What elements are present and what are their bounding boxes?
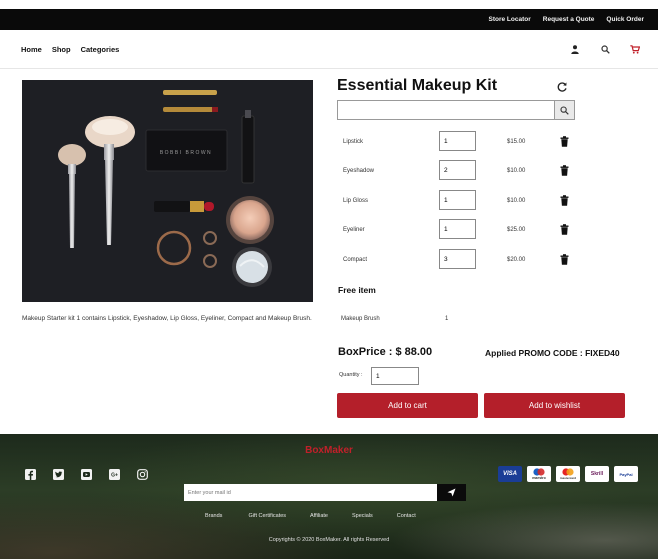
box-price: BoxPrice : $ 88.00: [338, 346, 433, 358]
newsletter-field: [184, 484, 437, 501]
free-item-quantity: 1: [445, 316, 449, 322]
product-search: [337, 100, 575, 120]
kit-item-row: Lip Gloss $10.00: [337, 190, 587, 214]
search-icon[interactable]: [600, 44, 610, 54]
trash-icon[interactable]: [560, 224, 569, 235]
copyright-text: Copyrights © 2020 BoxMaker. All rights R…: [268, 537, 390, 543]
user-icon[interactable]: [570, 44, 580, 54]
applied-promo-code: Applied PROMO CODE : FIXED40: [485, 348, 620, 358]
footer-link-affiliate[interactable]: Affiliate: [310, 513, 328, 519]
refresh-icon[interactable]: [556, 81, 568, 93]
add-to-wishlist-button[interactable]: Add to wishlist: [484, 393, 625, 418]
cart-icon[interactable]: [630, 44, 640, 54]
product-description: Makeup Starter kit 1 contains Lipstick, …: [22, 315, 312, 322]
add-to-cart-button[interactable]: Add to cart: [337, 393, 478, 418]
main-nav: Home Shop Categories: [0, 30, 658, 69]
kit-item-row: Eyeshadow $10.00: [337, 160, 587, 184]
send-icon: [447, 488, 456, 497]
footer-link-contact[interactable]: Contact: [397, 513, 416, 519]
svg-text:BOBBI BROWN: BOBBI BROWN: [160, 150, 212, 156]
maestro-logo: [533, 468, 545, 476]
trash-icon[interactable]: [560, 195, 569, 206]
maestro-label: maestro: [532, 476, 546, 480]
item-name: Compact: [343, 257, 368, 263]
item-quantity-input[interactable]: [439, 249, 476, 269]
item-price: $10.00: [507, 198, 526, 204]
item-price: $25.00: [507, 227, 526, 233]
nav-categories[interactable]: Categories: [81, 45, 120, 54]
search-icon: [560, 105, 569, 115]
newsletter-email-input[interactable]: [184, 484, 432, 501]
product-image: BOBBI BROWN: [22, 80, 313, 302]
google-plus-icon[interactable]: G+: [109, 469, 120, 480]
nav-actions: [570, 30, 640, 68]
facebook-icon[interactable]: [25, 469, 36, 480]
mastercard-badge: mastercard: [556, 466, 580, 482]
payment-methods: VISA maestro mastercard Skrill PayPal: [498, 466, 638, 482]
footer: BoxMaker G+ VISA maestro mastercard Skri…: [0, 434, 658, 559]
kit-item-row: Compact $20.00: [337, 249, 587, 273]
top-utility-bar: Store Locator Request a Quote Quick Orde…: [0, 9, 658, 30]
item-name: Eyeshadow: [343, 168, 375, 174]
trash-icon[interactable]: [560, 136, 569, 147]
footer-links: Brands Gift Certificates Affiliate Speci…: [205, 513, 416, 519]
item-price: $15.00: [507, 139, 526, 145]
nav-home[interactable]: Home: [21, 45, 42, 54]
item-price: $20.00: [507, 257, 526, 263]
paypal-badge: PayPal: [614, 466, 638, 482]
item-price: $10.00: [507, 168, 526, 174]
footer-link-specials[interactable]: Specials: [352, 513, 373, 519]
store-locator-link[interactable]: Store Locator: [489, 16, 531, 23]
mastercard-logo: [562, 468, 574, 476]
footer-link-brands[interactable]: Brands: [205, 513, 222, 519]
item-name: Eyeliner: [343, 227, 365, 233]
free-item-heading: Free item: [338, 285, 376, 295]
kit-item-row: Lipstick $15.00: [337, 131, 587, 155]
item-name: Lipstick: [343, 139, 364, 145]
product-search-input[interactable]: [338, 101, 562, 119]
item-quantity-input[interactable]: [439, 219, 476, 239]
trash-icon[interactable]: [560, 254, 569, 265]
skrill-badge: Skrill: [585, 466, 609, 482]
social-links: G+: [25, 469, 148, 480]
box-quantity-input[interactable]: [371, 367, 419, 385]
item-quantity-input[interactable]: [439, 190, 476, 210]
mastercard-label: mastercard: [559, 476, 577, 480]
search-button[interactable]: [554, 101, 574, 119]
makeup-flatlay-illustration: BOBBI BROWN: [22, 80, 313, 302]
youtube-icon[interactable]: [81, 469, 92, 480]
footer-link-gift-certificates[interactable]: Gift Certificates: [248, 513, 286, 519]
item-quantity-input[interactable]: [439, 160, 476, 180]
item-quantity-input[interactable]: [439, 131, 476, 151]
nav-shop[interactable]: Shop: [52, 45, 71, 54]
trash-icon[interactable]: [560, 165, 569, 176]
free-item-name: Makeup Brush: [341, 316, 380, 322]
quick-order-link[interactable]: Quick Order: [606, 16, 644, 23]
quantity-label: Quantity :: [339, 372, 363, 378]
svg-text:G+: G+: [111, 473, 118, 479]
visa-badge: VISA: [498, 466, 522, 482]
newsletter-submit-button[interactable]: [437, 484, 466, 501]
item-name: Lip Gloss: [343, 198, 369, 204]
nav-links: Home Shop Categories: [21, 30, 119, 68]
request-quote-link[interactable]: Request a Quote: [543, 16, 595, 23]
maestro-badge: maestro: [527, 466, 551, 482]
top-links: Store Locator Request a Quote Quick Orde…: [489, 9, 645, 30]
footer-brand: BoxMaker: [305, 445, 353, 456]
instagram-icon[interactable]: [137, 469, 148, 480]
product-title: Essential Makeup Kit: [337, 77, 498, 94]
twitter-icon[interactable]: [53, 469, 64, 480]
kit-item-row: Eyeliner $25.00: [337, 219, 587, 243]
